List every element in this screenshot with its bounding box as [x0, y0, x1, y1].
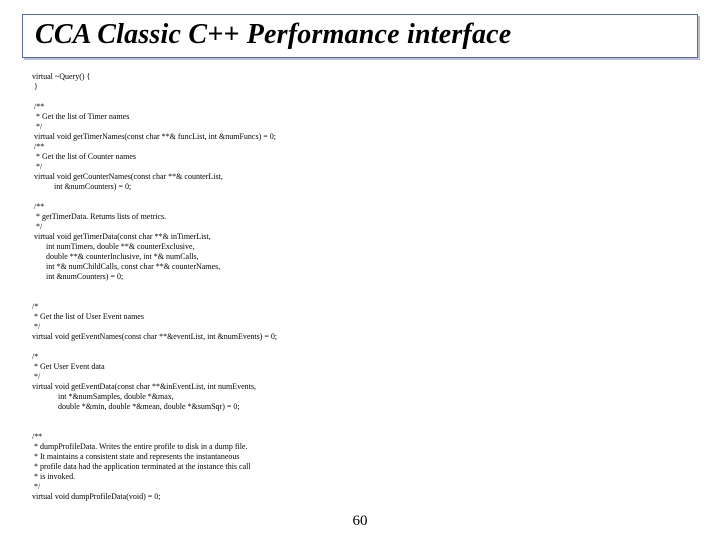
title-container: CCA Classic C++ Performance interface: [22, 14, 698, 58]
code-block: virtual ~Query() { } /** * Get the list …: [22, 72, 698, 502]
slide-title: CCA Classic C++ Performance interface: [35, 19, 685, 51]
page-number: 60: [0, 513, 720, 530]
slide: CCA Classic C++ Performance interface vi…: [0, 0, 720, 540]
